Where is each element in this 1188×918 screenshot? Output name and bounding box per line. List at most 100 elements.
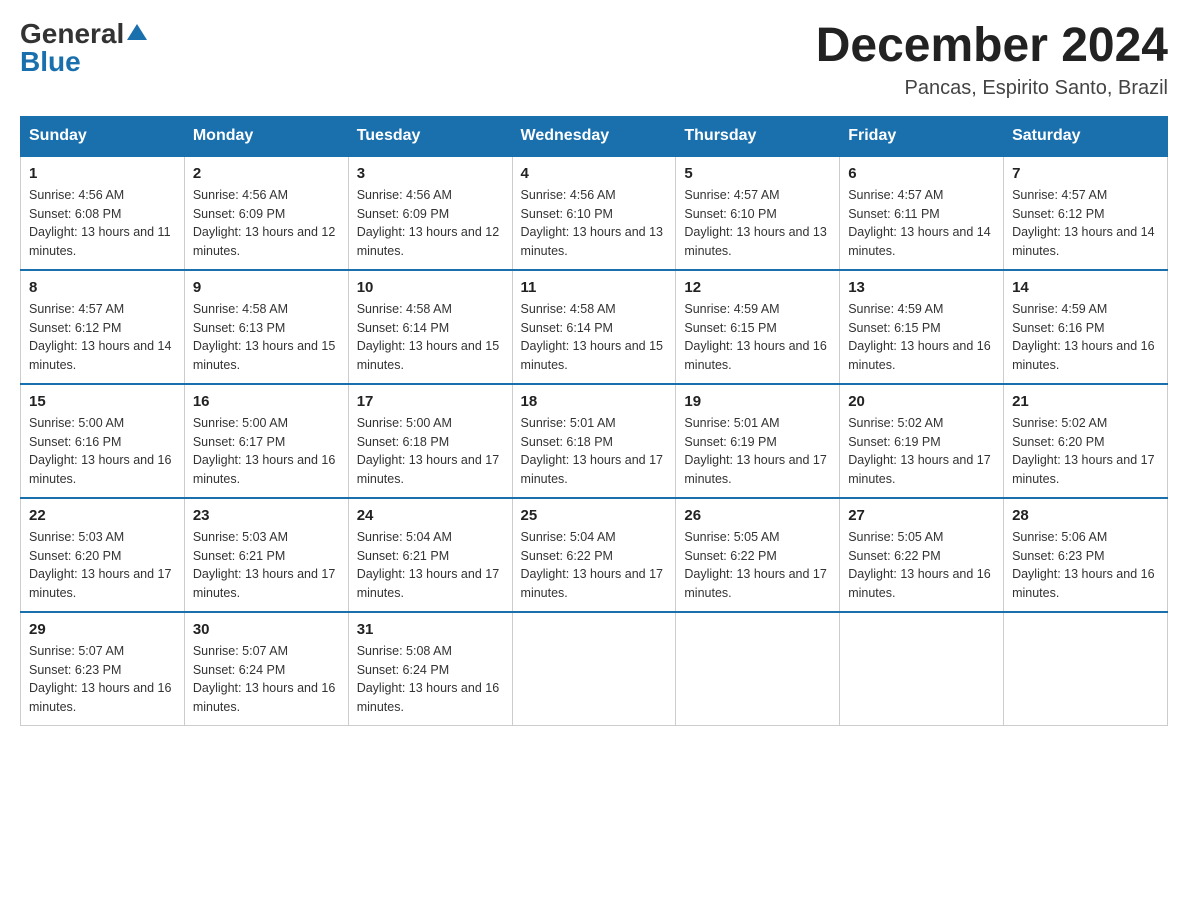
calendar-day-cell: 4 Sunrise: 4:56 AMSunset: 6:10 PMDaylight… bbox=[512, 156, 676, 270]
day-number: 22 bbox=[29, 507, 176, 524]
day-info: Sunrise: 4:56 AMSunset: 6:09 PMDaylight:… bbox=[193, 186, 340, 261]
weekday-header-friday: Friday bbox=[840, 116, 1004, 156]
calendar-day-cell: 31Sunrise: 5:08 AMSunset: 6:24 PMDayligh… bbox=[348, 612, 512, 726]
calendar-day-cell: 9 Sunrise: 4:58 AMSunset: 6:13 PMDaylight… bbox=[184, 270, 348, 384]
day-number: 24 bbox=[357, 507, 504, 524]
day-info: Sunrise: 5:03 AMSunset: 6:20 PMDaylight:… bbox=[29, 528, 176, 603]
logo-triangle-icon bbox=[126, 22, 148, 44]
calendar-day-cell: 24 Sunrise: 5:04 AMSunset: 6:21 PMDayligh… bbox=[348, 498, 512, 612]
empty-cell bbox=[676, 612, 840, 726]
calendar-day-cell: 2 Sunrise: 4:56 AMSunset: 6:09 PMDaylight… bbox=[184, 156, 348, 270]
day-info: Sunrise: 4:59 AMSunset: 6:15 PMDaylight:… bbox=[684, 300, 831, 375]
empty-cell bbox=[840, 612, 1004, 726]
day-info: Sunrise: 5:03 AMSunset: 6:21 PMDaylight:… bbox=[193, 528, 340, 603]
day-info: Sunrise: 5:07 AMSunset: 6:24 PMDaylight:… bbox=[193, 642, 340, 717]
day-number: 16 bbox=[193, 393, 340, 410]
calendar-week-row: 29 Sunrise: 5:07 AMSunset: 6:23 PMDayligh… bbox=[21, 612, 1168, 726]
day-number: 6 bbox=[848, 165, 995, 182]
day-info: Sunrise: 5:04 AMSunset: 6:21 PMDaylight:… bbox=[357, 528, 504, 603]
day-number: 17 bbox=[357, 393, 504, 410]
day-number: 30 bbox=[193, 621, 340, 638]
calendar-week-row: 22 Sunrise: 5:03 AMSunset: 6:20 PMDayligh… bbox=[21, 498, 1168, 612]
calendar-day-cell: 20 Sunrise: 5:02 AMSunset: 6:19 PMDayligh… bbox=[840, 384, 1004, 498]
calendar-day-cell: 3Sunrise: 4:56 AMSunset: 6:09 PMDaylight… bbox=[348, 156, 512, 270]
day-number: 3 bbox=[357, 165, 504, 182]
day-info: Sunrise: 5:05 AMSunset: 6:22 PMDaylight:… bbox=[848, 528, 995, 603]
weekday-header-tuesday: Tuesday bbox=[348, 116, 512, 156]
day-info: Sunrise: 5:02 AMSunset: 6:19 PMDaylight:… bbox=[848, 414, 995, 489]
day-number: 4 bbox=[521, 165, 668, 182]
calendar-week-row: 1Sunrise: 4:56 AMSunset: 6:08 PMDaylight… bbox=[21, 156, 1168, 270]
day-info: Sunrise: 4:59 AMSunset: 6:15 PMDaylight:… bbox=[848, 300, 995, 375]
calendar-day-cell: 30 Sunrise: 5:07 AMSunset: 6:24 PMDayligh… bbox=[184, 612, 348, 726]
weekday-header-row: SundayMondayTuesdayWednesdayThursdayFrid… bbox=[21, 116, 1168, 156]
day-number: 11 bbox=[521, 279, 668, 296]
day-number: 7 bbox=[1012, 165, 1159, 182]
day-info: Sunrise: 4:59 AMSunset: 6:16 PMDaylight:… bbox=[1012, 300, 1159, 375]
calendar-day-cell: 27 Sunrise: 5:05 AMSunset: 6:22 PMDayligh… bbox=[840, 498, 1004, 612]
title-area: December 2024 Pancas, Espirito Santo, Br… bbox=[816, 20, 1168, 100]
weekday-header-saturday: Saturday bbox=[1004, 116, 1168, 156]
calendar-day-cell: 5Sunrise: 4:57 AMSunset: 6:10 PMDaylight… bbox=[676, 156, 840, 270]
day-info: Sunrise: 5:01 AMSunset: 6:19 PMDaylight:… bbox=[684, 414, 831, 489]
day-number: 10 bbox=[357, 279, 504, 296]
calendar-day-cell: 10 Sunrise: 4:58 AMSunset: 6:14 PMDayligh… bbox=[348, 270, 512, 384]
calendar-week-row: 8Sunrise: 4:57 AMSunset: 6:12 PMDaylight… bbox=[21, 270, 1168, 384]
calendar-day-cell: 8Sunrise: 4:57 AMSunset: 6:12 PMDaylight… bbox=[21, 270, 185, 384]
day-number: 23 bbox=[193, 507, 340, 524]
logo-blue: Blue bbox=[20, 48, 81, 76]
calendar-day-cell: 13 Sunrise: 4:59 AMSunset: 6:15 PMDayligh… bbox=[840, 270, 1004, 384]
calendar-day-cell: 29 Sunrise: 5:07 AMSunset: 6:23 PMDayligh… bbox=[21, 612, 185, 726]
day-number: 31 bbox=[357, 621, 504, 638]
day-info: Sunrise: 4:57 AMSunset: 6:12 PMDaylight:… bbox=[1012, 186, 1159, 261]
calendar-day-cell: 28 Sunrise: 5:06 AMSunset: 6:23 PMDayligh… bbox=[1004, 498, 1168, 612]
day-info: Sunrise: 5:01 AMSunset: 6:18 PMDaylight:… bbox=[521, 414, 668, 489]
calendar-day-cell: 6Sunrise: 4:57 AMSunset: 6:11 PMDaylight… bbox=[840, 156, 1004, 270]
day-info: Sunrise: 5:05 AMSunset: 6:22 PMDaylight:… bbox=[684, 528, 831, 603]
calendar-week-row: 15 Sunrise: 5:00 AMSunset: 6:16 PMDayligh… bbox=[21, 384, 1168, 498]
day-number: 13 bbox=[848, 279, 995, 296]
header: General Blue December 2024 Pancas, Espir… bbox=[20, 20, 1168, 100]
day-number: 28 bbox=[1012, 507, 1159, 524]
day-info: Sunrise: 4:56 AMSunset: 6:10 PMDaylight:… bbox=[521, 186, 668, 261]
calendar-day-cell: 15 Sunrise: 5:00 AMSunset: 6:16 PMDayligh… bbox=[21, 384, 185, 498]
logo-general: General bbox=[20, 20, 124, 48]
day-info: Sunrise: 5:00 AMSunset: 6:17 PMDaylight:… bbox=[193, 414, 340, 489]
calendar-day-cell: 26Sunrise: 5:05 AMSunset: 6:22 PMDayligh… bbox=[676, 498, 840, 612]
day-number: 12 bbox=[684, 279, 831, 296]
day-info: Sunrise: 4:58 AMSunset: 6:14 PMDaylight:… bbox=[357, 300, 504, 375]
day-info: Sunrise: 4:58 AMSunset: 6:13 PMDaylight:… bbox=[193, 300, 340, 375]
calendar-day-cell: 22 Sunrise: 5:03 AMSunset: 6:20 PMDayligh… bbox=[21, 498, 185, 612]
calendar-day-cell: 18 Sunrise: 5:01 AMSunset: 6:18 PMDayligh… bbox=[512, 384, 676, 498]
day-info: Sunrise: 5:00 AMSunset: 6:18 PMDaylight:… bbox=[357, 414, 504, 489]
day-number: 19 bbox=[684, 393, 831, 410]
weekday-header-monday: Monday bbox=[184, 116, 348, 156]
day-info: Sunrise: 5:02 AMSunset: 6:20 PMDaylight:… bbox=[1012, 414, 1159, 489]
day-number: 29 bbox=[29, 621, 176, 638]
calendar-table: SundayMondayTuesdayWednesdayThursdayFrid… bbox=[20, 116, 1168, 726]
day-number: 15 bbox=[29, 393, 176, 410]
calendar-day-cell: 23 Sunrise: 5:03 AMSunset: 6:21 PMDayligh… bbox=[184, 498, 348, 612]
day-number: 25 bbox=[521, 507, 668, 524]
calendar-subtitle: Pancas, Espirito Santo, Brazil bbox=[816, 77, 1168, 100]
day-info: Sunrise: 5:06 AMSunset: 6:23 PMDaylight:… bbox=[1012, 528, 1159, 603]
calendar-day-cell: 7 Sunrise: 4:57 AMSunset: 6:12 PMDaylight… bbox=[1004, 156, 1168, 270]
day-info: Sunrise: 5:07 AMSunset: 6:23 PMDaylight:… bbox=[29, 642, 176, 717]
weekday-header-wednesday: Wednesday bbox=[512, 116, 676, 156]
day-number: 8 bbox=[29, 279, 176, 296]
day-info: Sunrise: 4:57 AMSunset: 6:10 PMDaylight:… bbox=[684, 186, 831, 261]
calendar-day-cell: 17 Sunrise: 5:00 AMSunset: 6:18 PMDayligh… bbox=[348, 384, 512, 498]
day-number: 20 bbox=[848, 393, 995, 410]
calendar-day-cell: 16 Sunrise: 5:00 AMSunset: 6:17 PMDayligh… bbox=[184, 384, 348, 498]
empty-cell bbox=[512, 612, 676, 726]
empty-cell bbox=[1004, 612, 1168, 726]
day-number: 9 bbox=[193, 279, 340, 296]
day-number: 18 bbox=[521, 393, 668, 410]
day-number: 27 bbox=[848, 507, 995, 524]
day-info: Sunrise: 5:04 AMSunset: 6:22 PMDaylight:… bbox=[521, 528, 668, 603]
calendar-day-cell: 1Sunrise: 4:56 AMSunset: 6:08 PMDaylight… bbox=[21, 156, 185, 270]
weekday-header-thursday: Thursday bbox=[676, 116, 840, 156]
calendar-day-cell: 11Sunrise: 4:58 AMSunset: 6:14 PMDayligh… bbox=[512, 270, 676, 384]
day-number: 2 bbox=[193, 165, 340, 182]
day-info: Sunrise: 5:00 AMSunset: 6:16 PMDaylight:… bbox=[29, 414, 176, 489]
